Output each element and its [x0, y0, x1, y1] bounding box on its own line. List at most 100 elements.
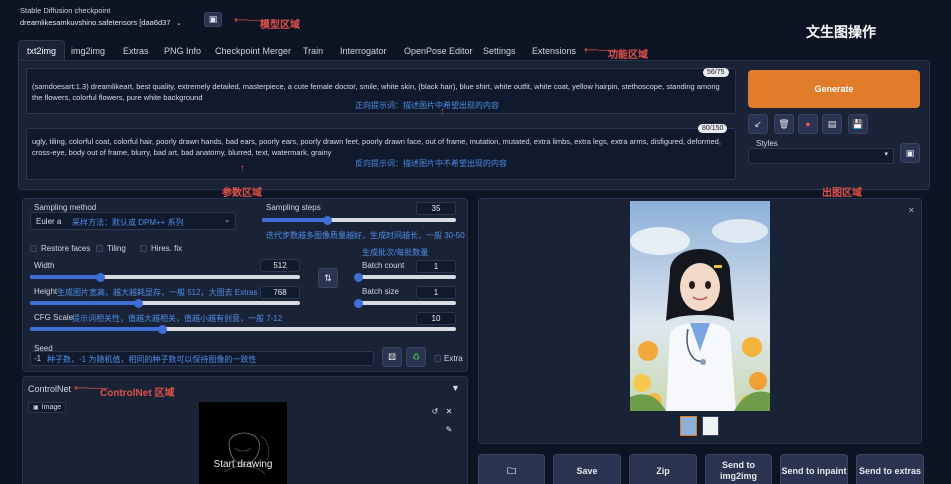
sampling-method-label: Sampling method	[34, 203, 97, 212]
controlnet-canvas[interactable]: Start drawing	[199, 402, 287, 484]
slider-knob[interactable]	[133, 298, 143, 308]
generated-image[interactable]	[630, 201, 770, 411]
send-to-img2img-button[interactable]: Send to img2img	[705, 454, 772, 484]
controlnet-reset-button[interactable]: ↺	[430, 406, 440, 416]
seed-hint: 种子数，-1 为随机值，相同的种子数可以保持图像的一致性	[47, 355, 257, 364]
sampling-method-hint: 采样方法：默认或 DPM++ 系列	[72, 218, 184, 227]
output-thumbnail-1[interactable]	[680, 416, 697, 436]
slider-knob[interactable]	[95, 272, 105, 282]
tab-openpose-editor[interactable]: OpenPose Editor	[404, 46, 473, 56]
cfg-scale-input[interactable]: 10	[416, 312, 456, 325]
height-label: Height	[34, 287, 58, 296]
width-slider[interactable]	[30, 272, 300, 282]
controlnet-title[interactable]: ControlNet	[28, 384, 71, 394]
refresh-checkpoint-button[interactable]: ▣	[204, 12, 222, 27]
show-extra-networks-button[interactable]: ●	[798, 114, 818, 134]
hires-fix-checkbox[interactable]: Hires. fix	[140, 244, 182, 253]
tab-extras[interactable]: Extras	[123, 46, 149, 56]
generate-button[interactable]: Generate	[748, 70, 920, 108]
positive-token-count: 56/75	[703, 68, 729, 77]
tab-checkpoint-merger[interactable]: Checkpoint Merger	[215, 46, 291, 56]
sampling-steps-input[interactable]: 35	[416, 202, 456, 215]
swap-arrows-icon: ⇅	[324, 272, 332, 283]
height-hint: 生成图片宽高，越大越耗显存，一般 512，大图去 Extras 放大	[57, 288, 276, 297]
folder-icon: 🗀	[506, 465, 516, 476]
refresh-styles-button[interactable]: ▣	[900, 143, 920, 163]
refresh-icon: ▣	[905, 147, 915, 158]
slider-knob[interactable]	[157, 324, 167, 334]
tab-settings[interactable]: Settings	[483, 46, 516, 56]
batch-count-slider[interactable]	[353, 272, 456, 282]
save-style-button[interactable]: 💾	[848, 114, 868, 134]
width-label: Width	[34, 261, 55, 270]
sketch-drawing	[224, 432, 270, 475]
output-close-icon[interactable]: ✕	[908, 206, 915, 215]
tiling-checkbox[interactable]: Tiling	[96, 244, 126, 253]
tab-txt2img[interactable]: txt2img	[18, 40, 66, 61]
batch-count-input[interactable]: 1	[416, 260, 456, 273]
slider-fill	[262, 218, 328, 222]
tab-extensions[interactable]: Extensions	[532, 46, 576, 56]
checkbox-box[interactable]	[434, 355, 441, 362]
styles-dropdown[interactable]: ▾	[748, 148, 894, 164]
param-area-arrow-up: ↑	[240, 163, 245, 174]
batch-size-label: Batch size	[362, 287, 399, 296]
checkpoint-value[interactable]: dreamlikesamkuvshino.safetensors [daa6d3…	[20, 18, 196, 27]
swap-dimensions-button[interactable]: ⇅	[318, 268, 338, 288]
sampling-steps-label: Sampling steps	[266, 203, 321, 212]
checkpoint-name: dreamlikesamkuvshino.safetensors [daa6d3…	[20, 18, 170, 27]
negative-prompt-input[interactable]: ugly, tiling, colorful coat, colorful ha…	[26, 128, 736, 180]
clear-prompt-button[interactable]: 🗑	[774, 114, 794, 134]
tab-bar: txt2img img2img Extras PNG Info Checkpoi…	[18, 40, 598, 61]
controlnet-close-button[interactable]: ✕	[444, 406, 454, 416]
random-seed-button[interactable]: ⚄	[382, 347, 402, 367]
collapse-icon[interactable]: ▼	[451, 383, 460, 393]
positive-hint-arrow: ↑	[440, 106, 445, 117]
positive-prompt-hint: 正向提示词：描述图片中希望出现的内容	[355, 101, 499, 110]
save-button[interactable]: Save	[553, 454, 621, 484]
controlnet-edit-button[interactable]: ✎	[444, 424, 454, 434]
controlnet-image-tab[interactable]: ▣ Image	[28, 402, 67, 413]
slider-fill	[30, 327, 163, 331]
image-icon: ▣	[33, 405, 39, 411]
seed-input[interactable]: -1 种子数，-1 为随机值，相同的种子数可以保持图像的一致性	[30, 351, 374, 366]
zip-button[interactable]: Zip	[629, 454, 697, 484]
send-to-inpaint-button[interactable]: Send to inpaint	[780, 454, 848, 484]
checkbox-box[interactable]	[30, 245, 37, 252]
slider-knob[interactable]	[353, 298, 363, 308]
clipboard-icon: ▤	[827, 118, 837, 129]
height-input[interactable]: 768	[260, 286, 300, 299]
styles-label: Styles	[756, 139, 778, 148]
batch-count-label: Batch count	[362, 261, 405, 270]
read-params-button[interactable]: ↙	[748, 114, 768, 134]
checkpoint-selector[interactable]: Stable Diffusion checkpoint dreamlikesam…	[20, 6, 196, 30]
batch-size-input[interactable]: 1	[416, 286, 456, 299]
tab-interrogator[interactable]: Interrogator	[340, 46, 387, 56]
seed-value: -1	[34, 354, 42, 363]
restore-faces-checkbox[interactable]: Restore faces	[30, 244, 90, 253]
open-folder-button[interactable]: 🗀	[478, 454, 545, 484]
extra-seed-checkbox[interactable]: Extra	[434, 354, 463, 363]
tab-png-info[interactable]: PNG Info	[164, 46, 201, 56]
width-input[interactable]: 512	[260, 259, 300, 272]
checkbox-box[interactable]	[140, 245, 147, 252]
height-slider[interactable]	[30, 298, 300, 308]
batch-size-slider[interactable]	[353, 298, 456, 308]
slider-knob[interactable]	[353, 272, 363, 282]
tiling-label: Tiling	[107, 244, 126, 253]
checkpoint-label: Stable Diffusion checkpoint	[20, 6, 111, 15]
generated-image-art	[630, 201, 770, 411]
recycle-icon: ♻	[411, 351, 421, 362]
tab-img2img[interactable]: img2img	[71, 46, 105, 56]
reuse-seed-button[interactable]: ♻	[406, 347, 426, 367]
checkbox-box[interactable]	[96, 245, 103, 252]
dice-icon: ⚄	[388, 351, 396, 362]
slider-knob[interactable]	[323, 215, 333, 225]
sampling-steps-slider[interactable]	[262, 215, 456, 225]
cfg-scale-slider[interactable]	[30, 324, 456, 334]
apply-style-button[interactable]: ▤	[822, 114, 842, 134]
arrow-diagonal-icon: ↙	[754, 118, 762, 129]
output-thumbnail-2[interactable]	[702, 416, 719, 436]
tab-train[interactable]: Train	[303, 46, 323, 56]
send-to-extras-button[interactable]: Send to extras	[856, 454, 924, 484]
